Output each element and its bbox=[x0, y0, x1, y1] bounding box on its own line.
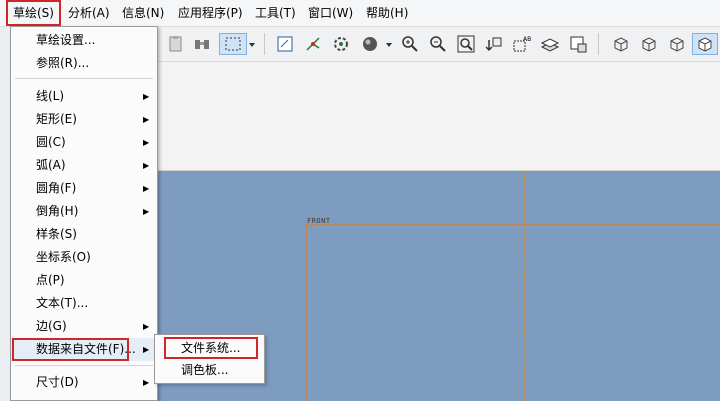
menu-item-text[interactable]: 文本(T)... bbox=[11, 292, 157, 315]
menu-item-label: 矩形(E) bbox=[36, 112, 77, 126]
datum-axis-line bbox=[524, 171, 525, 401]
gear-plane-icon[interactable] bbox=[330, 33, 352, 55]
paste-icon[interactable] bbox=[165, 33, 187, 55]
menu-window[interactable]: 窗口(W) bbox=[308, 0, 353, 26]
submenu-arrow-icon: ▶ bbox=[143, 92, 150, 101]
menu-help[interactable]: 帮助(H) bbox=[366, 0, 408, 26]
submenu-arrow-icon: ▶ bbox=[143, 161, 150, 170]
submenu-item-palette[interactable]: 调色板... bbox=[157, 359, 262, 381]
menu-item-dimension[interactable]: 尺寸(D) ▶ bbox=[11, 371, 157, 394]
menu-info[interactable]: 信息(N) bbox=[122, 0, 164, 26]
front-plane-edge bbox=[306, 224, 720, 225]
menu-applications[interactable]: 应用程序(P) bbox=[178, 0, 243, 26]
sphere-icon[interactable] bbox=[359, 33, 381, 55]
menu-item-label: 尺寸(D) bbox=[36, 375, 79, 389]
menu-item-data-from-file[interactable]: 数据来自文件(F)... ▶ bbox=[11, 338, 157, 361]
menu-item-label: 圆角(F) bbox=[36, 181, 77, 195]
menu-item-circle[interactable]: 圆(C) ▶ bbox=[11, 131, 157, 154]
cube-shaded-icon[interactable] bbox=[692, 33, 718, 55]
menu-item-label: 数据来自文件(F)... bbox=[36, 342, 136, 356]
menu-sketch[interactable]: 草绘(S) bbox=[6, 0, 61, 26]
menu-item-rectangle[interactable]: 矩形(E) ▶ bbox=[11, 108, 157, 131]
menu-item-label: 参照(R)... bbox=[36, 56, 90, 70]
submenu-item-file-system[interactable]: 文件系统... bbox=[157, 337, 262, 359]
menu-item-label: 坐标系(O) bbox=[36, 250, 91, 264]
zoom-in-icon[interactable] bbox=[399, 33, 421, 55]
menu-item-edge[interactable]: 边(G) ▶ bbox=[11, 315, 157, 338]
submenu-arrow-icon: ▶ bbox=[143, 378, 150, 387]
menu-item-chamfer[interactable]: 倒角(H) ▶ bbox=[11, 200, 157, 223]
menu-item-spline[interactable]: 样条(S) bbox=[11, 223, 157, 246]
menu-item-label: 弧(A) bbox=[36, 158, 66, 172]
saved-view-icon[interactable] bbox=[567, 33, 589, 55]
dropdown-arrow-icon[interactable] bbox=[383, 33, 395, 55]
submenu-arrow-icon: ▶ bbox=[143, 115, 150, 124]
dropdown-arrow-icon[interactable] bbox=[246, 33, 258, 55]
data-from-file-submenu: 文件系统... 调色板... bbox=[154, 334, 265, 384]
front-plane-edge bbox=[306, 224, 307, 401]
zoom-out-icon[interactable] bbox=[427, 33, 449, 55]
submenu-arrow-icon: ▶ bbox=[143, 138, 150, 147]
menu-item-label: 草绘设置... bbox=[36, 33, 96, 47]
menu-item-label: 文本(T)... bbox=[36, 296, 89, 310]
submenu-arrow-icon: ▶ bbox=[143, 322, 150, 331]
binoculars-icon[interactable] bbox=[191, 33, 213, 55]
menu-item-label: 倒角(H) bbox=[36, 204, 79, 218]
svg-text:AB: AB bbox=[523, 36, 531, 43]
cube-icon[interactable] bbox=[666, 33, 688, 55]
menu-item-references[interactable]: 参照(R)... bbox=[11, 52, 157, 75]
sketch-menu: 草绘设置... 参照(R)... 线(L) ▶ 矩形(E) ▶ 圆(C) ▶ 弧(A)… bbox=[10, 26, 158, 401]
zoom-fit-icon[interactable] bbox=[455, 33, 477, 55]
text-ab-icon[interactable]: AB bbox=[511, 33, 533, 55]
select-box-icon[interactable] bbox=[219, 33, 247, 55]
menu-item-line[interactable]: 线(L) ▶ bbox=[11, 85, 157, 108]
menu-item-sketch-setup[interactable]: 草绘设置... bbox=[11, 29, 157, 52]
submenu-arrow-icon: ▶ bbox=[143, 207, 150, 216]
model-tree-edge bbox=[0, 27, 10, 401]
menu-item-label: 样条(S) bbox=[36, 227, 77, 241]
menu-item-label: 圆(C) bbox=[36, 135, 66, 149]
menu-bar: 草绘(S) 分析(A) 信息(N) 应用程序(P) 工具(T) 窗口(W) 帮助… bbox=[0, 0, 720, 27]
menu-item-fillet[interactable]: 圆角(F) ▶ bbox=[11, 177, 157, 200]
cube-icon[interactable] bbox=[638, 33, 660, 55]
sketch-view-icon[interactable] bbox=[274, 33, 296, 55]
menu-item-label: 点(P) bbox=[36, 273, 65, 287]
menu-analysis[interactable]: 分析(A) bbox=[68, 0, 110, 26]
menu-item-coordinate-system[interactable]: 坐标系(O) bbox=[11, 246, 157, 269]
cube-icon[interactable] bbox=[610, 33, 632, 55]
layers-icon[interactable] bbox=[539, 33, 561, 55]
plane-label: FRONT bbox=[307, 217, 331, 225]
menu-item-label: 线(L) bbox=[36, 89, 65, 103]
submenu-arrow-icon: ▶ bbox=[143, 184, 150, 193]
orient-icon[interactable] bbox=[483, 33, 505, 55]
menu-item-label: 文件系统... bbox=[181, 341, 241, 355]
datum-axes-icon[interactable] bbox=[302, 33, 324, 55]
menu-item-point[interactable]: 点(P) bbox=[11, 269, 157, 292]
menu-item-label: 边(G) bbox=[36, 319, 67, 333]
menu-item-label: 调色板... bbox=[181, 363, 229, 377]
menu-item-arc[interactable]: 弧(A) ▶ bbox=[11, 154, 157, 177]
submenu-arrow-icon: ▶ bbox=[143, 345, 150, 354]
menu-tools[interactable]: 工具(T) bbox=[255, 0, 296, 26]
